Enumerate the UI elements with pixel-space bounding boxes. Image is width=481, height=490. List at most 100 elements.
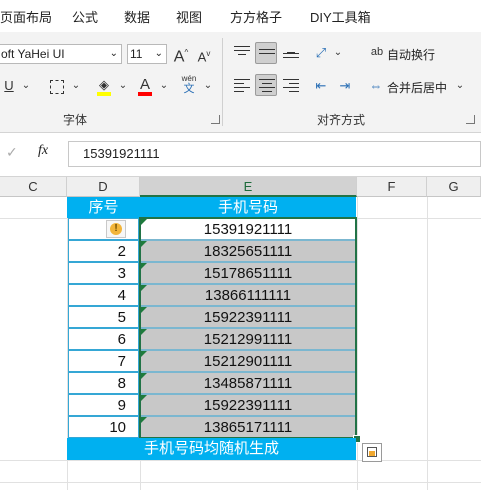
error-indicator (141, 263, 147, 269)
footer-note-cell[interactable]: 手机号码均随机生成 (67, 438, 356, 460)
align-bottom-icon[interactable] (283, 52, 299, 61)
tab-formulas[interactable]: 公式 (72, 7, 98, 26)
chevron-down-icon: ⌄ (109, 48, 118, 59)
font-size-value: 11 (130, 47, 143, 61)
phone-cell[interactable]: 15212901111 (140, 350, 356, 372)
phone-cell[interactable]: 13485871111 (140, 372, 356, 394)
error-indicator (141, 395, 147, 401)
header-phone-cell[interactable]: 手机号码 (140, 197, 356, 218)
font-size-dropdown[interactable]: 11 ⌄ (127, 44, 167, 64)
formula-input[interactable]: 15391921111 (68, 141, 481, 167)
font-color-button[interactable]: A (136, 75, 154, 96)
align-top-icon[interactable] (234, 46, 250, 55)
chevron-down-icon: ⌄ (154, 48, 163, 59)
decrease-font-size-button[interactable]: Av (196, 44, 212, 67)
seq-cell[interactable]: 8 (68, 372, 139, 394)
underline-chevron-icon[interactable]: ⌄ (20, 76, 32, 96)
wrap-ab-text: ab (370, 46, 384, 58)
align-center-icon (259, 79, 275, 92)
orientation-chevron-icon[interactable]: ⌄ (332, 43, 344, 63)
tab-diy-toolbox[interactable]: DIY工具箱 (310, 7, 371, 26)
header-seq-cell[interactable]: 序号 (67, 197, 140, 218)
borders-button[interactable] (48, 76, 66, 96)
font-color-chevron-icon[interactable]: ⌄ (158, 76, 170, 96)
text-orientation-icon: ⤢ (315, 45, 327, 60)
error-indicator (141, 219, 147, 225)
phone-value: 15212991111 (203, 331, 293, 348)
phone-value: 15922391111 (203, 397, 293, 414)
seq-cell[interactable]: 9 (68, 394, 139, 416)
seq-cell[interactable]: 5 (68, 306, 139, 328)
font-group-label: 字体 (63, 113, 88, 127)
merge-center-icon: ⇔ (369, 78, 383, 93)
increase-font-icon: A (173, 48, 185, 66)
phone-cell[interactable]: 13865171111 (140, 416, 356, 438)
tab-fangfangezi[interactable]: 方方格子 (230, 7, 282, 26)
phone-value: 15391921111 (203, 221, 293, 238)
phonetic-chevron-icon[interactable]: ⌄ (202, 76, 214, 96)
column-header-f[interactable]: F (357, 177, 427, 197)
tab-data[interactable]: 数据 (124, 7, 150, 26)
align-center-button[interactable] (255, 74, 277, 96)
seq-cell[interactable]: 2 (68, 240, 139, 262)
phone-cell[interactable]: 13866111111 (140, 284, 356, 306)
underline-button[interactable]: U (2, 76, 16, 96)
decrease-indent-button[interactable]: ⇤ (312, 76, 330, 96)
wrap-text-button[interactable]: 自动换行 (387, 46, 435, 63)
phone-cell[interactable]: 18325651111 (140, 240, 356, 262)
underline-icon: U (4, 78, 14, 93)
seq-cell[interactable]: 10 (68, 416, 139, 438)
align-left-icon[interactable] (234, 79, 250, 95)
insert-function-button[interactable]: fx (38, 143, 48, 159)
font-color-icon: A (139, 76, 150, 93)
wrap-text-icon: ab (369, 42, 385, 62)
phone-cell[interactable]: 15212991111 (140, 328, 356, 350)
increase-indent-button[interactable]: ⇥ (336, 76, 354, 96)
seq-cell[interactable]: 3 (68, 262, 139, 284)
phone-cell[interactable]: 15922391111 (140, 394, 356, 416)
tab-page-layout[interactable]: 页面布局 (0, 7, 52, 26)
seq-cell[interactable]: 7 (68, 350, 139, 372)
align-middle-button[interactable] (255, 42, 277, 64)
font-name-dropdown[interactable]: oft YaHei UI ⌄ (0, 44, 122, 64)
seq-cell[interactable]: 1 (68, 218, 139, 240)
ribbon-tab-bar: 页面布局 公式 数据 视图 方方格子 DIY工具箱 (0, 0, 481, 32)
phone-value: 13485871111 (203, 375, 293, 392)
seq-cell[interactable]: 6 (68, 328, 139, 350)
gridline (0, 482, 481, 483)
borders-icon (50, 79, 64, 94)
seq-cell[interactable]: 4 (68, 284, 139, 306)
column-header-c[interactable]: C (0, 177, 67, 197)
error-indicator (141, 307, 147, 313)
phonetic-button[interactable]: wén 文 (178, 74, 200, 95)
phone-cell[interactable]: 15178651111 (140, 262, 356, 284)
fill-color-button[interactable]: ◈ (95, 75, 113, 96)
quick-analysis-button[interactable] (362, 443, 382, 462)
tab-view[interactable]: 视图 (176, 7, 202, 26)
error-indicator (141, 241, 147, 247)
phonetic-char: 文 (183, 83, 195, 95)
increase-font-size-button[interactable]: A^ (172, 43, 190, 67)
enter-checkmark-icon[interactable]: ✓ (6, 144, 18, 161)
font-name-value: oft YaHei UI (1, 47, 65, 61)
alignment-dialog-launcher-icon[interactable] (466, 115, 475, 124)
orientation-button[interactable]: ⤢ (312, 43, 330, 63)
borders-chevron-icon[interactable]: ⌄ (70, 76, 82, 96)
merge-center-button[interactable]: 合并后居中 (387, 79, 447, 96)
gridline (427, 197, 428, 490)
fill-chevron-icon[interactable]: ⌄ (117, 76, 129, 96)
error-check-button[interactable]: ! (106, 220, 126, 238)
column-header-g[interactable]: G (427, 177, 481, 197)
font-dialog-launcher-icon[interactable] (211, 115, 220, 124)
phone-cell[interactable]: 15391921111 (140, 218, 356, 240)
quick-analysis-icon (367, 447, 377, 457)
column-header-d[interactable]: D (67, 177, 140, 197)
column-header-e[interactable]: E (140, 177, 357, 197)
merge-chevron-icon[interactable]: ⌄ (454, 76, 466, 96)
formula-bar: ✓ fx 15391921111 (0, 133, 481, 177)
increase-indent-icon: ⇥ (339, 78, 351, 93)
align-right-icon[interactable] (283, 79, 299, 95)
phone-value: 18325651111 (203, 243, 293, 260)
ribbon: oft YaHei UI ⌄ 11 ⌄ A^ Av U ⌄ ⌄ ◈ ⌄ A ⌄ … (0, 32, 481, 133)
phone-cell[interactable]: 15922391111 (140, 306, 356, 328)
